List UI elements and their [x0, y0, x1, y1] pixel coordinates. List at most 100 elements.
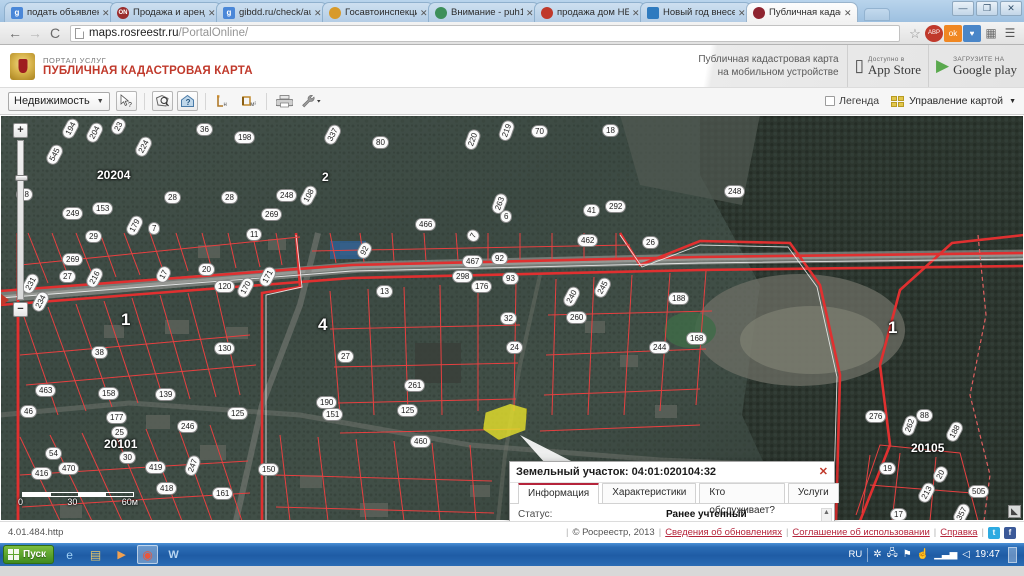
window-close-button[interactable]: ✕	[1000, 1, 1022, 16]
back-button[interactable]: ←	[5, 24, 25, 42]
tray-bluetooth-icon[interactable]: ✲	[873, 549, 881, 560]
address-bar[interactable]: maps.rosreestr.ru/PortalOnline/	[70, 24, 900, 42]
start-button[interactable]: Пуск	[3, 545, 55, 564]
window-minimize-button[interactable]: —	[952, 1, 974, 16]
app-version: 4.01.484.http	[8, 527, 64, 538]
taskbar-clock[interactable]: 19:47	[975, 549, 1000, 560]
zoom-in-button[interactable]: +	[13, 123, 28, 138]
measure-length-tool[interactable]: н	[213, 91, 234, 111]
selected-parcel-highlight[interactable]	[483, 402, 527, 440]
taskbar-explorer-folder-icon[interactable]: ▤	[85, 545, 106, 564]
object-type-select[interactable]: Недвижимость ▼	[8, 91, 110, 111]
legend-checkbox[interactable]	[825, 96, 836, 106]
parcel-label: 176	[471, 280, 493, 293]
bookmark-star-icon[interactable]: ☆	[906, 25, 924, 42]
tab-who-serves[interactable]: Кто обслуживает?	[699, 483, 785, 516]
tools-dropdown[interactable]	[299, 91, 325, 111]
twitter-icon[interactable]: t	[988, 526, 1000, 539]
zoom-out-button[interactable]: −	[13, 302, 28, 317]
taskbar-internet-explorer-icon[interactable]: e	[59, 545, 80, 564]
parcel-label: 28	[221, 191, 238, 204]
tab-information[interactable]: Информация	[518, 483, 600, 504]
object-type-value: Недвижимость	[14, 95, 90, 107]
tab-characteristics[interactable]: Характеристики	[602, 483, 697, 503]
help-link[interactable]: Справка	[940, 527, 977, 538]
browser-tab[interactable]: продажа дом НЕДЕ ✕	[534, 2, 646, 22]
print-tool[interactable]	[274, 91, 295, 111]
tray-flag-icon[interactable]: ⚑	[903, 549, 912, 560]
promo-text: Публичная кадастровая карта на мобильном…	[698, 53, 846, 79]
info-object-tool[interactable]: ?	[176, 91, 198, 111]
facebook-icon[interactable]: f	[1004, 526, 1016, 539]
taskbar-word-icon[interactable]: W	[163, 545, 184, 564]
parcel-label: 28	[164, 191, 181, 204]
tray-safely-remove-icon[interactable]: ☝	[917, 549, 929, 560]
tray-signal-icon[interactable]: ▁▃▅	[934, 549, 957, 560]
tab-title: подать объявлени	[27, 6, 99, 18]
close-icon[interactable]: ✕	[819, 466, 828, 478]
language-indicator[interactable]: RU	[848, 549, 862, 560]
terms-link[interactable]: Соглашение об использовании	[792, 527, 929, 538]
show-desktop-button[interactable]	[1008, 546, 1017, 563]
parcel-label: 17	[890, 508, 907, 521]
app-store-badge[interactable]: ▯ Доступно в App Store	[846, 45, 928, 87]
parcel-label: 505	[968, 485, 990, 498]
zoom-track[interactable]	[15, 140, 28, 300]
parcel-label: 462	[577, 234, 599, 247]
browser-tab-active[interactable]: Публичная кадаст ✕	[746, 2, 858, 22]
browser-tab[interactable]: Внимание - puh100 ✕	[428, 2, 540, 22]
updates-link[interactable]: Сведения об обновлениях	[665, 527, 782, 538]
tab-services[interactable]: Услуги	[787, 483, 839, 503]
reload-button[interactable]: C	[45, 24, 65, 42]
parcel-label: 248	[724, 185, 746, 198]
window-maximize-button[interactable]: ❐	[976, 1, 998, 16]
search-area-tool[interactable]	[151, 91, 173, 111]
map-zoom-slider[interactable]: + −	[12, 123, 29, 317]
legend-toggle[interactable]: Легенда Управление картой ▼	[825, 95, 1016, 107]
popup-header: Земельный участок: 04:01:020104:32 ✕	[510, 462, 834, 483]
map-viewport[interactable]: 194 204 23 36 198 545 224 337 80 220 219 70 18 248 153…	[0, 115, 1024, 521]
tab-title: gibdd.ru/check/auto	[239, 6, 311, 18]
sidebar-expand-handle[interactable]	[0, 293, 9, 307]
new-tab-button[interactable]	[864, 8, 890, 21]
tab-title: Госавтоинспекция	[345, 6, 417, 18]
browser-tab[interactable]: Госавтоинспекция ✕	[322, 2, 434, 22]
parcel-label: 463	[35, 384, 57, 397]
tab-title: Новый год внесет	[663, 6, 735, 18]
map-resize-handle[interactable]: ◣	[1008, 505, 1021, 518]
tab-favicon-forum-icon	[435, 6, 447, 19]
zoom-thumb[interactable]	[15, 175, 28, 181]
promo-line-1: Публичная кадастровая карта	[698, 54, 839, 65]
tray-network-icon[interactable]: 🖧	[887, 546, 898, 563]
forward-button[interactable]: →	[25, 24, 45, 42]
browser-omnibar: ← → C maps.rosreestr.ru/PortalOnline/ ☆ …	[0, 22, 1024, 45]
taskbar-media-player-icon[interactable]: ▶	[111, 545, 132, 564]
browser-tab[interactable]: Новый год внесет ✕	[640, 2, 752, 22]
taskbar-chrome-icon[interactable]: ◉	[137, 545, 159, 564]
parcel-label: 269	[62, 253, 84, 266]
mail-agent-icon[interactable]: ♥	[963, 24, 981, 42]
adblock-icon[interactable]: ABP	[925, 24, 943, 42]
chrome-menu-icon[interactable]: ☰	[1001, 25, 1019, 42]
browser-tab[interactable]: ON Продажа и аренда ✕	[110, 2, 222, 22]
select-query-tool[interactable]: ?	[115, 91, 137, 111]
map-control-button[interactable]: Управление картой ▼	[891, 95, 1016, 107]
parcel-label: 248	[276, 189, 298, 202]
parcel-info-popup[interactable]: Земельный участок: 04:01:020104:32 ✕ Инф…	[509, 461, 839, 521]
mobile-app-promo: Публичная кадастровая карта на мобильном…	[658, 45, 1024, 87]
measure-area-tool[interactable]: м²	[238, 91, 259, 111]
popup-scrollbar[interactable]: ▲ ▼	[821, 508, 832, 521]
apps-grid-icon[interactable]: ▦	[982, 25, 1000, 42]
layers-grid-icon	[891, 95, 905, 107]
parcel-label: 36	[196, 123, 213, 136]
browser-tab[interactable]: g подать объявлени ✕	[4, 2, 116, 22]
portal-logo[interactable]: ПОРТАЛ УСЛУГ ПУБЛИЧНАЯ КАДАСТРОВАЯ КАРТА	[0, 52, 253, 80]
windows-flag-icon	[8, 549, 19, 560]
parcel-label: 269	[261, 208, 283, 221]
scroll-up-icon[interactable]: ▲	[823, 509, 830, 517]
google-play-badge[interactable]: ▶ ЗАГРУЗИТЕ НА Google play	[928, 45, 1024, 87]
tray-volume-icon[interactable]: ◁	[962, 549, 970, 560]
browser-tab[interactable]: g gibdd.ru/check/auto ✕	[216, 2, 328, 22]
odnoklassniki-icon[interactable]: ok	[944, 24, 962, 42]
tab-close-icon[interactable]: ✕	[844, 8, 853, 18]
